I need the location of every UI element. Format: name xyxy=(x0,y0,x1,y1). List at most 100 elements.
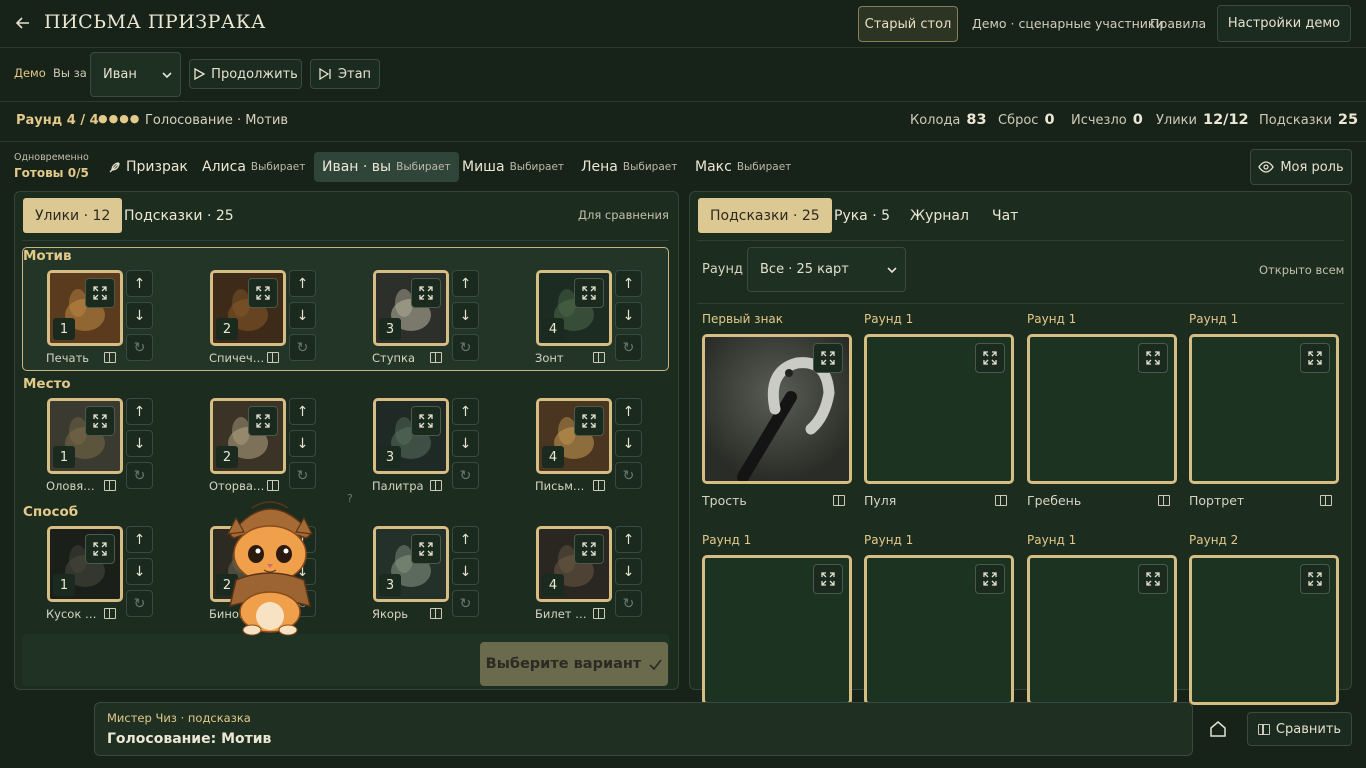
hint-card[interactable] xyxy=(1189,334,1339,484)
back-arrow-icon[interactable] xyxy=(12,12,34,34)
arrow-up-icon[interactable]: ↑ xyxy=(452,526,479,553)
expand-icon[interactable] xyxy=(574,406,604,436)
book-icon[interactable] xyxy=(833,495,845,506)
arrow-up-icon[interactable]: ↑ xyxy=(452,398,479,425)
player-tab-misha[interactable]: Миша Выбирает xyxy=(454,152,572,182)
book-icon[interactable] xyxy=(104,608,116,619)
clue-card[interactable]: 3 xyxy=(373,398,449,474)
arrow-up-icon[interactable]: ↑ xyxy=(126,398,153,425)
expand-icon[interactable] xyxy=(975,343,1005,373)
reset-icon[interactable]: ↻ xyxy=(126,462,153,489)
hint-card[interactable] xyxy=(702,334,852,484)
reset-icon[interactable]: ↻ xyxy=(615,462,642,489)
expand-icon[interactable] xyxy=(574,278,604,308)
demo-participants-link[interactable]: Демо · сценарные участники xyxy=(972,16,1164,31)
clue-card[interactable]: 3 xyxy=(373,270,449,346)
clue-card[interactable]: 2 xyxy=(210,398,286,474)
expand-icon[interactable] xyxy=(411,278,441,308)
expand-icon[interactable] xyxy=(1138,564,1168,594)
arrow-down-icon[interactable]: ↓ xyxy=(289,430,316,457)
expand-icon[interactable] xyxy=(1138,343,1168,373)
player-tab-alisa[interactable]: Алиса Выбирает xyxy=(194,152,313,182)
book-icon[interactable] xyxy=(267,352,279,363)
reset-icon[interactable]: ↻ xyxy=(126,334,153,361)
player-tab-lena[interactable]: Лена Выбирает xyxy=(573,152,685,182)
arrow-up-icon[interactable]: ↑ xyxy=(289,270,316,297)
stage-button[interactable]: Этап xyxy=(310,59,380,89)
clue-card[interactable]: 4 xyxy=(536,270,612,346)
tab-journal[interactable]: Журнал xyxy=(898,198,981,233)
book-icon[interactable] xyxy=(267,480,279,491)
clue-card[interactable]: 3 xyxy=(373,526,449,602)
expand-icon[interactable] xyxy=(574,534,604,564)
clue-card[interactable]: 1 xyxy=(47,526,123,602)
hint-card[interactable] xyxy=(1189,555,1339,705)
book-icon[interactable] xyxy=(430,352,442,363)
hint-card[interactable] xyxy=(864,334,1014,484)
arrow-down-icon[interactable]: ↓ xyxy=(126,430,153,457)
clue-card[interactable]: 1 xyxy=(47,270,123,346)
arrow-up-icon[interactable]: ↑ xyxy=(615,270,642,297)
round-filter-select[interactable]: Все · 25 карт xyxy=(747,247,906,292)
demo-settings-button[interactable]: Настройки демо xyxy=(1217,5,1351,42)
arrow-down-icon[interactable]: ↓ xyxy=(615,558,642,585)
tab-left-hints[interactable]: Подсказки · 25 xyxy=(112,198,246,233)
arrow-down-icon[interactable]: ↓ xyxy=(452,430,479,457)
arrow-up-icon[interactable]: ↑ xyxy=(126,526,153,553)
arrow-down-icon[interactable]: ↓ xyxy=(126,302,153,329)
tab-hints[interactable]: Подсказки · 25 xyxy=(698,198,832,233)
expand-icon[interactable] xyxy=(85,534,115,564)
reset-icon[interactable]: ↻ xyxy=(452,334,479,361)
arrow-down-icon[interactable]: ↓ xyxy=(126,558,153,585)
reset-icon[interactable]: ↻ xyxy=(289,462,316,489)
player-tab-ghost[interactable]: Призрак xyxy=(100,152,196,182)
player-select[interactable]: Иван xyxy=(90,52,181,97)
hint-card[interactable] xyxy=(702,555,852,705)
choose-variant-button[interactable]: Выберите вариант xyxy=(480,642,668,686)
compare-button[interactable]: Сравнить xyxy=(1247,712,1352,746)
expand-icon[interactable] xyxy=(411,534,441,564)
book-icon[interactable] xyxy=(104,480,116,491)
clue-card[interactable]: 4 xyxy=(536,526,612,602)
expand-icon[interactable] xyxy=(411,406,441,436)
clue-card[interactable]: 4 xyxy=(536,398,612,474)
arrow-down-icon[interactable]: ↓ xyxy=(452,302,479,329)
reset-icon[interactable]: ↻ xyxy=(452,462,479,489)
old-table-button[interactable]: Старый стол xyxy=(858,6,958,42)
book-icon[interactable] xyxy=(593,608,605,619)
reset-icon[interactable]: ↻ xyxy=(289,334,316,361)
clue-card[interactable]: 1 xyxy=(47,398,123,474)
arrow-up-icon[interactable]: ↑ xyxy=(615,526,642,553)
tab-chat[interactable]: Чат xyxy=(980,198,1030,233)
tab-clues[interactable]: Улики · 12 xyxy=(23,198,123,233)
arrow-down-icon[interactable]: ↓ xyxy=(452,558,479,585)
reset-icon[interactable]: ↻ xyxy=(452,590,479,617)
book-icon[interactable] xyxy=(995,495,1007,506)
arrow-down-icon[interactable]: ↓ xyxy=(615,302,642,329)
home-icon[interactable] xyxy=(1208,719,1228,739)
expand-icon[interactable] xyxy=(248,278,278,308)
continue-button[interactable]: Продолжить xyxy=(189,59,302,89)
expand-icon[interactable] xyxy=(248,406,278,436)
reset-icon[interactable]: ↻ xyxy=(615,590,642,617)
expand-icon[interactable] xyxy=(85,278,115,308)
hint-card[interactable] xyxy=(864,555,1014,705)
arrow-up-icon[interactable]: ↑ xyxy=(615,398,642,425)
book-icon[interactable] xyxy=(593,352,605,363)
expand-icon[interactable] xyxy=(1300,564,1330,594)
arrow-up-icon[interactable]: ↑ xyxy=(126,270,153,297)
reset-icon[interactable]: ↻ xyxy=(615,334,642,361)
player-tab-ivan[interactable]: Иван · вы Выбирает xyxy=(314,152,459,182)
expand-icon[interactable] xyxy=(813,564,843,594)
clue-card[interactable]: 2 xyxy=(210,270,286,346)
book-icon[interactable] xyxy=(430,480,442,491)
arrow-down-icon[interactable]: ↓ xyxy=(615,430,642,457)
rules-link[interactable]: Правила xyxy=(1150,16,1206,31)
my-role-button[interactable]: Моя роль xyxy=(1250,149,1352,185)
book-icon[interactable] xyxy=(104,352,116,363)
reset-icon[interactable]: ↻ xyxy=(126,590,153,617)
expand-icon[interactable] xyxy=(85,406,115,436)
expand-icon[interactable] xyxy=(1300,343,1330,373)
book-icon[interactable] xyxy=(430,608,442,619)
arrow-up-icon[interactable]: ↑ xyxy=(289,398,316,425)
